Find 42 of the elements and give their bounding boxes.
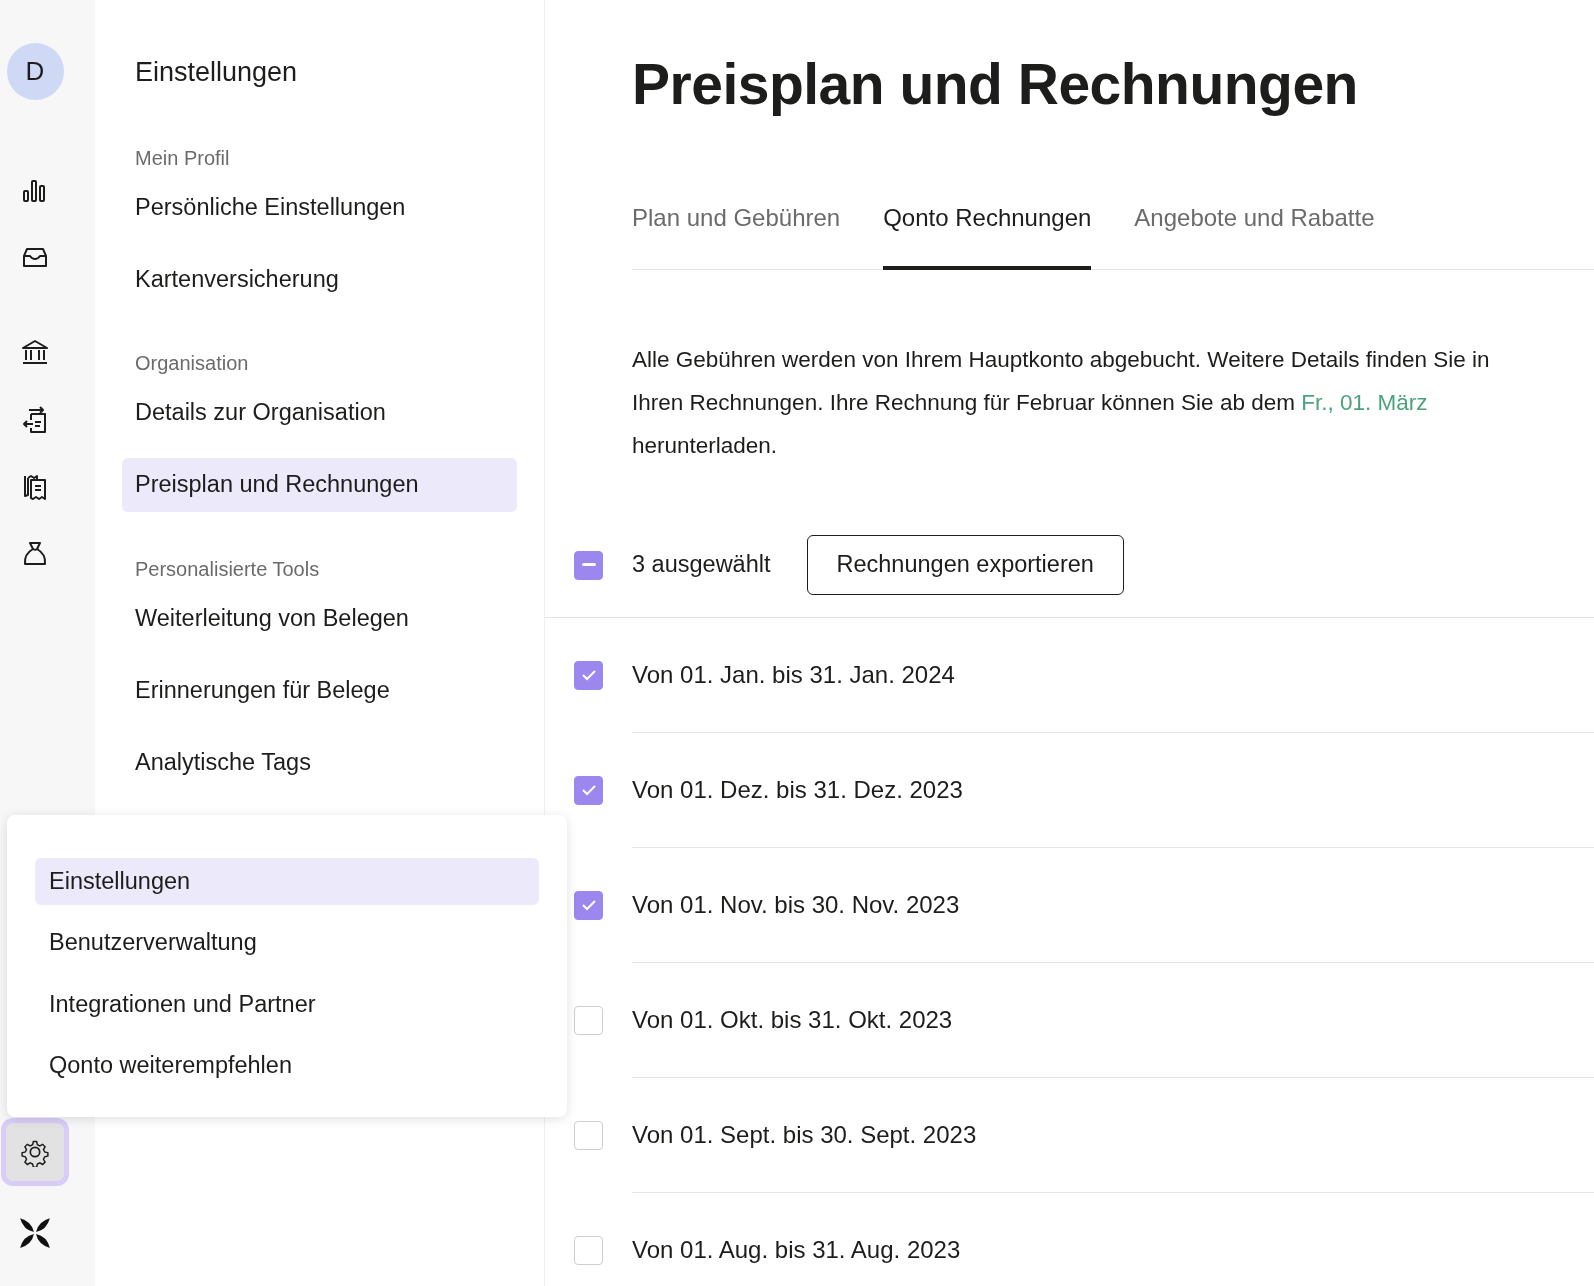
section-heading: Personalisierte Tools (135, 556, 321, 582)
sidebar-title: Einstellungen (135, 56, 299, 89)
selection-count: 3 ausgewählt (632, 550, 771, 580)
check-icon (580, 899, 597, 912)
invoice-period: Von 01. Jan. bis 31. Jan. 2024 (632, 660, 955, 691)
minus-icon (581, 563, 596, 567)
logo-icon[interactable] (18, 1216, 52, 1250)
tab[interactable]: Angebote und Rabatte (1134, 200, 1375, 271)
sidebar-item[interactable]: Details zur Organisation (122, 386, 517, 440)
checkbox[interactable] (574, 775, 603, 805)
invoice-period: Von 01. Nov. bis 30. Nov. 2023 (632, 890, 960, 921)
tab[interactable]: Plan und Gebühren (632, 200, 841, 271)
sidebar-item[interactable]: Preisplan und Rechnungen (122, 458, 517, 512)
check-icon (580, 669, 597, 682)
sidebar-item[interactable]: Weiterleitung von Belegen (122, 591, 517, 645)
select-all-checkbox[interactable] (574, 550, 603, 580)
menu-item[interactable]: Einstellungen (35, 858, 539, 906)
menu-item[interactable]: Integrationen und Partner (35, 980, 539, 1028)
invoice-period: Von 01. Sept. bis 30. Sept. 2023 (632, 1120, 977, 1151)
check-icon (580, 784, 597, 797)
sidebar-item[interactable]: Analytische Tags (122, 736, 517, 790)
invoice-period: Von 01. Dez. bis 31. Dez. 2023 (632, 775, 963, 806)
checkbox[interactable] (574, 660, 603, 690)
sidebar-item[interactable]: Kartenversicherung (122, 252, 517, 306)
section-heading: Mein Profil (135, 145, 231, 171)
export-button[interactable]: Rechnungen exportieren (806, 535, 1124, 595)
menu-item[interactable]: Benutzerverwaltung (35, 919, 539, 967)
menu-item[interactable]: Qonto weiterempfehlen (35, 1041, 539, 1089)
tab[interactable]: Qonto Rechnungen (883, 200, 1092, 271)
sidebar-item[interactable]: Persönliche Einstellungen (122, 180, 517, 234)
avatar[interactable]: D (6, 43, 64, 100)
invoice-period: Von 01. Okt. bis 31. Okt. 2023 (632, 1005, 953, 1036)
checkbox[interactable] (574, 1235, 603, 1265)
invoice-period: Von 01. Aug. bis 31. Aug. 2023 (632, 1235, 961, 1266)
info-paragraph: Alle Gebühren werden von Ihrem Hauptkonto abgebucht. Weitere Details finden Sie in Ihren Rechnungen. Ihre Rechnung für Februar können Sie ab dem Fr., 01. März herunterladen. (632, 346, 1491, 461)
checkbox[interactable] (574, 1005, 603, 1035)
sidebar-item[interactable]: Erinnerungen für Belege (122, 663, 517, 717)
section-heading: Organisation (135, 351, 250, 376)
page-title: Preisplan und Rechnungen (632, 51, 1359, 118)
checkbox[interactable] (574, 1120, 603, 1150)
settings-button[interactable] (1, 1118, 69, 1186)
checkbox[interactable] (574, 890, 603, 920)
